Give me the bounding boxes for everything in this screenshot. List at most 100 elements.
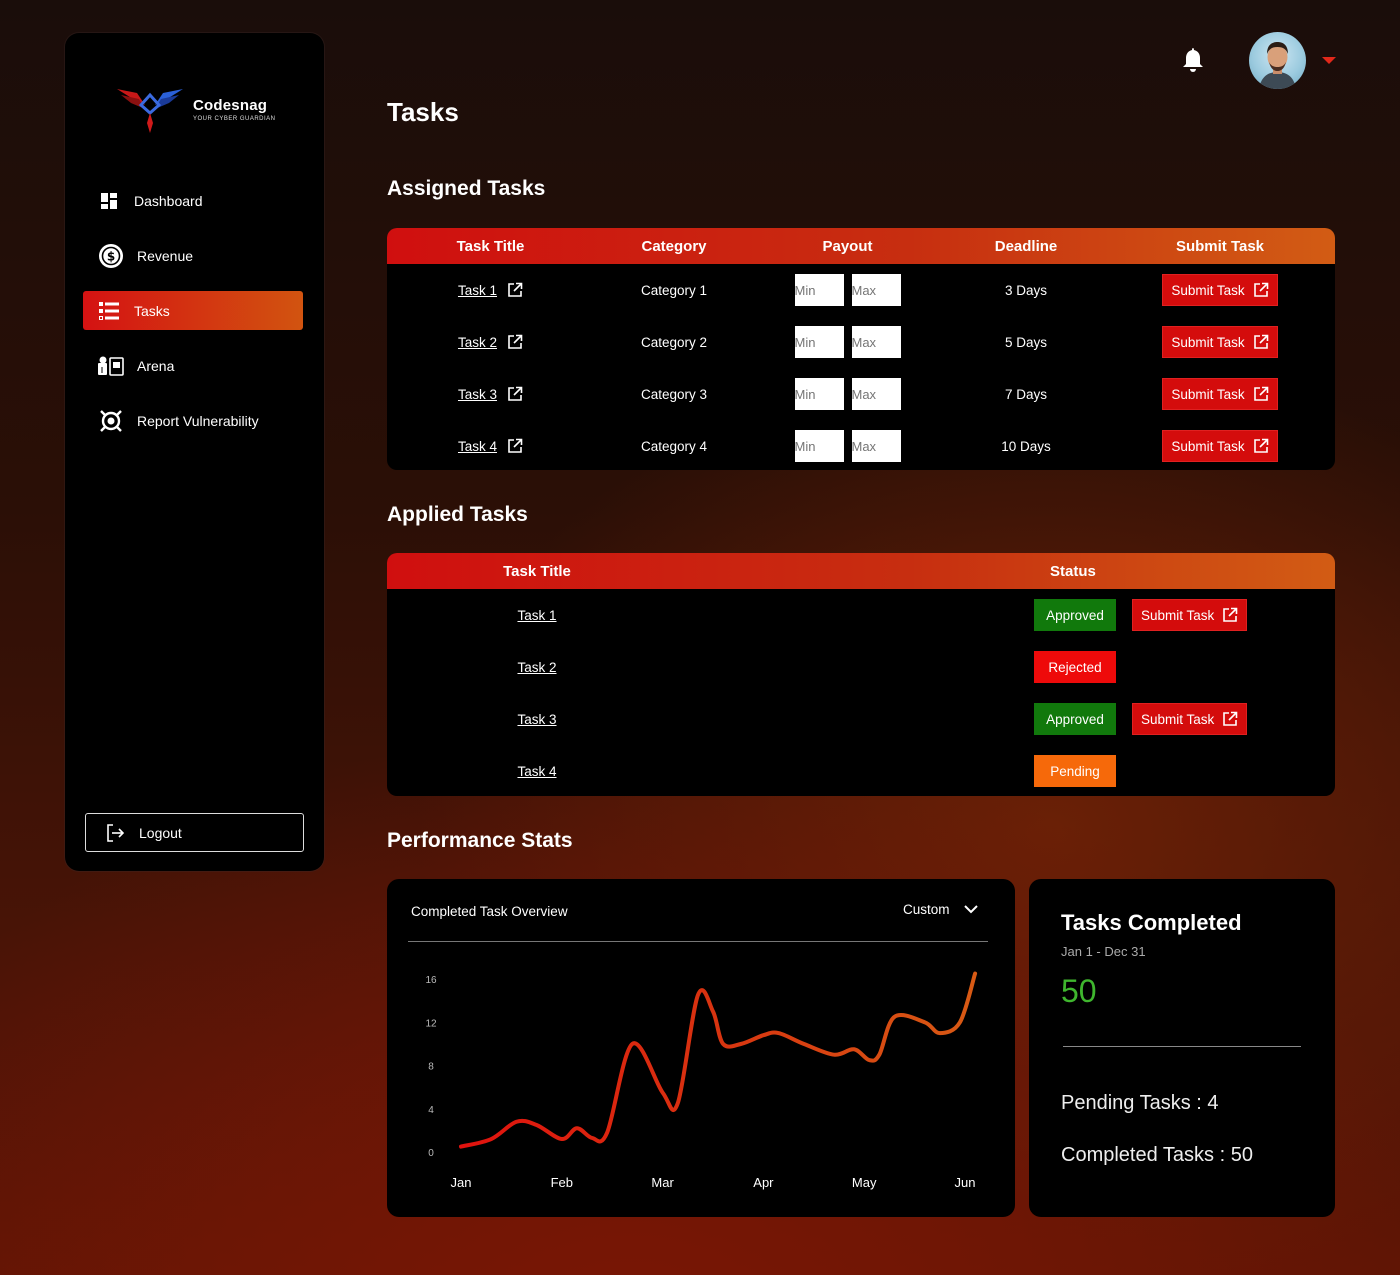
arena-icon [98,353,124,379]
payout-max-input[interactable] [851,430,901,462]
submit-task-button[interactable]: Submit Task [1162,378,1278,410]
y-tick-label: 4 [428,1105,434,1116]
sidebar-item-label: Arena [137,357,175,374]
submit-task-button[interactable]: Submit Task [1162,326,1278,358]
submit-task-label: Submit Task [1171,334,1245,350]
logout-button[interactable]: Logout [85,813,304,852]
column-header: Task Title [503,562,571,580]
sidebar-item-revenue[interactable]: $ Revenue [83,236,303,275]
external-link-icon[interactable] [507,282,523,298]
applied-tasks-table: Task Title Status Task 1 Approved Submit… [387,553,1335,796]
bug-report-icon [98,408,124,434]
external-link-icon[interactable] [507,386,523,402]
sidebar-item-arena[interactable]: Arena [83,346,303,385]
table-row: Task 4 Category 4 10 Days Submit Task [387,420,1335,470]
stats-value: 50 [1061,973,1097,1009]
sidebar-item-label: Revenue [137,247,194,264]
category-cell: Category 1 [640,282,708,298]
column-header: Deadline [994,237,1058,255]
assigned-tasks-title: Assigned Tasks [387,177,546,200]
stats-divider [1063,1046,1301,1047]
submit-task-button[interactable]: Submit Task [1162,274,1278,306]
y-tick-label: 12 [425,1018,437,1029]
payout-min-input[interactable] [794,326,844,358]
deadline-cell: 3 Days [1004,282,1048,298]
sidebar-nav: Dashboard $ Revenue Tasks Arena Report V… [83,181,303,456]
deadline-cell: 7 Days [1004,386,1048,402]
stats-date-range: Jan 1 - Dec 31 [1061,944,1146,959]
submit-task-button[interactable]: Submit Task [1132,599,1248,631]
user-avatar[interactable] [1249,32,1306,89]
stats-title: Tasks Completed [1061,910,1242,935]
submit-task-label: Submit Task [1171,438,1245,454]
brand-tagline: YOUR CYBER GUARDIAN [193,115,276,122]
column-header: Payout [822,237,873,255]
task-link[interactable]: Task 1 [517,608,556,623]
task-link[interactable]: Task 3 [517,712,556,727]
task-link[interactable]: Task 3 [458,387,497,402]
sidebar-item-label: Tasks [134,302,170,319]
status-badge: Approved [1034,703,1116,735]
table-row: Task 1 Approved Submit Task [387,589,1335,641]
external-link-icon[interactable] [507,438,523,454]
logout-label: Logout [139,824,182,841]
submit-task-button[interactable]: Submit Task [1162,430,1278,462]
submit-task-label: Submit Task [1171,282,1245,298]
pending-tasks-count: Pending Tasks : 4 [1061,1092,1219,1114]
bell-icon[interactable] [1181,47,1205,73]
svg-text:$: $ [107,249,115,263]
external-link-icon [1253,438,1269,454]
caret-down-icon[interactable] [1322,57,1336,64]
logout-icon [102,820,128,846]
category-cell: Category 3 [640,386,708,402]
column-header: Task Title [456,237,525,255]
sidebar-item-dashboard[interactable]: Dashboard [83,181,303,220]
table-row: Task 1 Category 1 3 Days Submit Task [387,264,1335,316]
codesnag-logo-icon [115,83,185,135]
submit-task-button[interactable]: Submit Task [1132,703,1248,735]
table-row: Task 2 Category 2 5 Days Submit Task [387,316,1335,368]
payout-max-input[interactable] [851,326,901,358]
payout-min-input[interactable] [794,378,844,410]
page-title: Tasks [387,97,459,127]
assigned-tasks-table: Task Title Category Payout Deadline Subm… [387,228,1335,470]
deadline-cell: 5 Days [1004,334,1048,350]
payout-max-input[interactable] [851,274,901,306]
external-link-icon[interactable] [507,334,523,350]
status-badge: Pending [1034,755,1116,787]
x-tick-label: Feb [551,1175,573,1190]
brand-logo[interactable]: Codesnag YOUR CYBER GUARDIAN [115,83,276,135]
table-header: Task Title Category Payout Deadline Subm… [387,228,1335,264]
task-link[interactable]: Task 2 [458,335,497,350]
completed-task-chart-card: Completed Task Overview Custom 0 4 8 12 16 Ja… [387,879,1015,1217]
tasks-completed-card: Tasks Completed Jan 1 - Dec 31 50 Pendin… [1029,879,1335,1217]
task-link[interactable]: Task 1 [458,283,497,298]
tasks-list-icon [98,298,120,324]
column-header: Category [641,237,707,255]
sidebar-item-report-vulnerability[interactable]: Report Vulnerability [83,401,303,440]
table-row: Task 3 Approved Submit Task [387,693,1335,745]
external-link-icon [1222,711,1238,727]
sidebar-item-label: Dashboard [134,192,203,209]
completed-tasks-count: Completed Tasks : 50 [1061,1144,1253,1166]
performance-stats-title: Performance Stats [387,829,573,852]
payout-max-input[interactable] [851,378,901,410]
payout-min-input[interactable] [794,274,844,306]
task-link[interactable]: Task 4 [458,439,497,454]
y-tick-label: 8 [428,1062,434,1073]
dashboard-icon [98,188,120,214]
category-cell: Category 2 [640,334,708,350]
table-row: Task 2 Rejected [387,641,1335,693]
sidebar-item-tasks[interactable]: Tasks [83,291,303,330]
table-header: Task Title Status [387,553,1335,589]
dollar-icon: $ [98,243,124,269]
status-badge: Rejected [1034,651,1116,683]
sidebar: Codesnag YOUR CYBER GUARDIAN Dashboard $… [65,33,324,871]
task-link[interactable]: Task 2 [517,660,556,675]
payout-min-input[interactable] [794,430,844,462]
external-link-icon [1253,334,1269,350]
x-tick-label: Jan [451,1175,472,1190]
x-tick-label: Apr [753,1175,774,1190]
submit-task-label: Submit Task [1141,607,1215,623]
task-link[interactable]: Task 4 [517,764,556,779]
